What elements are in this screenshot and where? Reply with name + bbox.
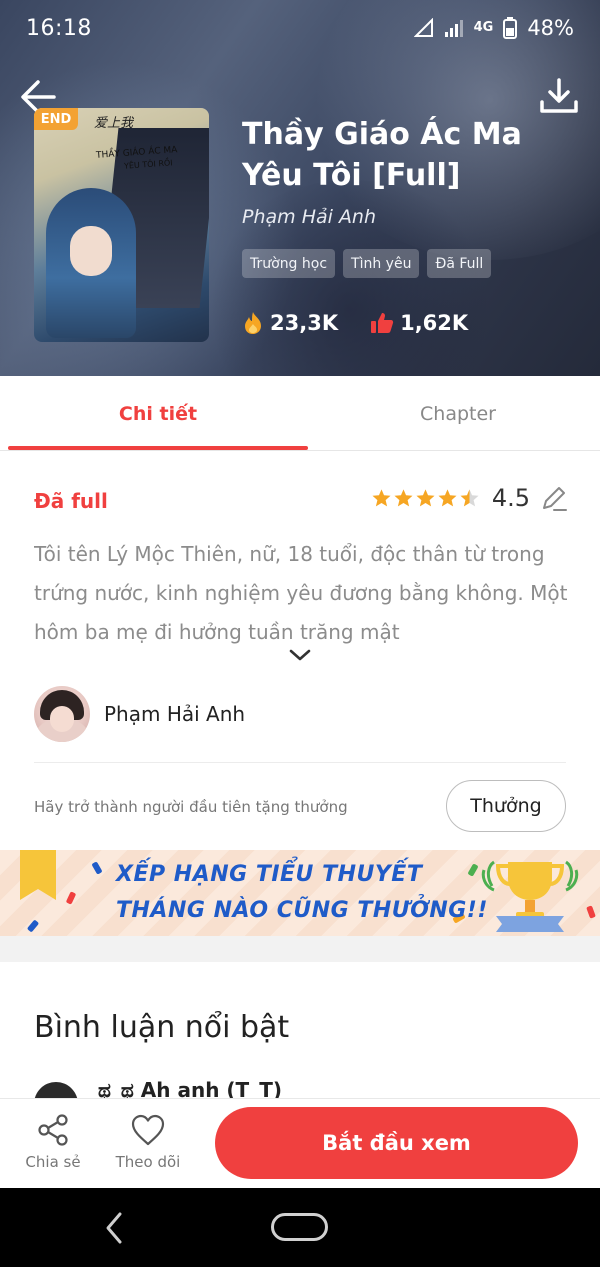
book-cover[interactable]: 爱上我 THẦY GIÁO ÁC MA YÊU TÔI RỒI END xyxy=(34,108,209,342)
system-home-button[interactable] xyxy=(271,1213,328,1241)
book-hero: 16:18 4G 48% 爱上我 THẦY GIÁO ÁC MA YÊU TÔI… xyxy=(0,0,600,376)
trophy-icon xyxy=(481,860,579,932)
banner-title-line2: THÁNG NÀO CŨNG THƯỞNG!! xyxy=(116,898,488,923)
star-icon xyxy=(394,488,413,506)
star-icon xyxy=(372,488,391,506)
system-navigation-bar xyxy=(0,1188,600,1267)
tab-indicator xyxy=(8,446,308,450)
book-stats: 23,3K 1,62K xyxy=(242,311,468,335)
follow-label: Theo dõi xyxy=(115,1153,181,1171)
status-bar: 16:18 4G 48% xyxy=(0,0,600,62)
signal-bars-icon xyxy=(444,20,463,37)
author-row[interactable]: Phạm Hải Anh xyxy=(34,686,245,742)
tab-detail[interactable]: Chi tiết xyxy=(8,376,308,451)
system-back-icon[interactable] xyxy=(100,1210,130,1246)
follow-button[interactable]: Theo dõi xyxy=(110,1113,186,1171)
synopsis-text: Tôi tên Lý Mộc Thiên, nữ, 18 tuổi, độc t… xyxy=(34,542,568,644)
reward-hint: Hãy trở thành người đầu tiên tặng thưởng xyxy=(34,798,348,816)
heart-icon xyxy=(131,1114,165,1146)
cover-title-chinese: 爱上我 xyxy=(94,116,134,131)
reward-button[interactable]: Thưởng xyxy=(446,780,566,832)
tag-completed[interactable]: Đã Full xyxy=(427,249,492,278)
edit-icon[interactable] xyxy=(540,484,568,512)
share-label: Chia sẻ xyxy=(25,1153,81,1171)
end-badge: END xyxy=(34,108,78,130)
book-author[interactable]: Phạm Hải Anh xyxy=(242,206,376,228)
fire-icon xyxy=(245,312,261,334)
tag-list: Trường học Tình yêu Đã Full xyxy=(242,249,492,278)
battery-icon xyxy=(503,17,518,39)
share-button[interactable]: Chia sẻ xyxy=(20,1113,86,1171)
banner-title-line1: XẾP HẠNG TIỂU THUYẾT xyxy=(116,862,423,887)
completion-status: Đã full xyxy=(34,489,108,513)
bottom-action-bar: Chia sẻ Theo dõi Bắt đầu xem xyxy=(0,1098,600,1188)
comments-title: Bình luận nổi bật xyxy=(34,1010,290,1045)
tab-bar: Chi tiết Chapter xyxy=(0,376,600,451)
thumbs-up-icon xyxy=(371,313,394,333)
battery-level: 48% xyxy=(527,16,574,40)
star-icon xyxy=(438,488,457,506)
tag-school[interactable]: Trường học xyxy=(242,249,336,278)
status-time: 16:18 xyxy=(26,16,92,41)
author-name[interactable]: Phạm Hải Anh xyxy=(104,702,245,726)
likes-count: 1,62K xyxy=(400,311,469,335)
comment-item[interactable]: ಥ_ಥ Ah anh (T_T) xyxy=(34,1078,594,1100)
signal-empty-icon xyxy=(413,18,433,37)
section-gap xyxy=(0,936,600,962)
views-count: 23,3K xyxy=(270,311,339,335)
share-icon xyxy=(38,1114,68,1146)
network-type: 4G xyxy=(473,20,494,35)
star-icon xyxy=(460,488,479,506)
tab-chapter[interactable]: Chapter xyxy=(308,376,600,451)
views-stat: 23,3K xyxy=(242,311,338,335)
comment-username: ಥ_ಥ Ah anh (T_T) xyxy=(98,1078,282,1100)
start-reading-button[interactable]: Bắt đầu xem xyxy=(215,1107,578,1179)
rating-row: 4.5 xyxy=(371,484,568,512)
star-rating[interactable] xyxy=(371,488,480,509)
star-icon xyxy=(416,488,435,506)
likes-stat: 1,62K xyxy=(370,311,468,335)
tag-romance[interactable]: Tình yêu xyxy=(343,249,420,278)
divider xyxy=(34,762,566,763)
chevron-down-icon[interactable] xyxy=(287,646,313,664)
rating-value: 4.5 xyxy=(491,484,530,512)
book-title: Thầy Giáo Ác Ma Yêu Tôi [Full] xyxy=(242,117,522,193)
author-avatar[interactable] xyxy=(34,686,90,742)
ribbon-icon xyxy=(20,850,56,900)
